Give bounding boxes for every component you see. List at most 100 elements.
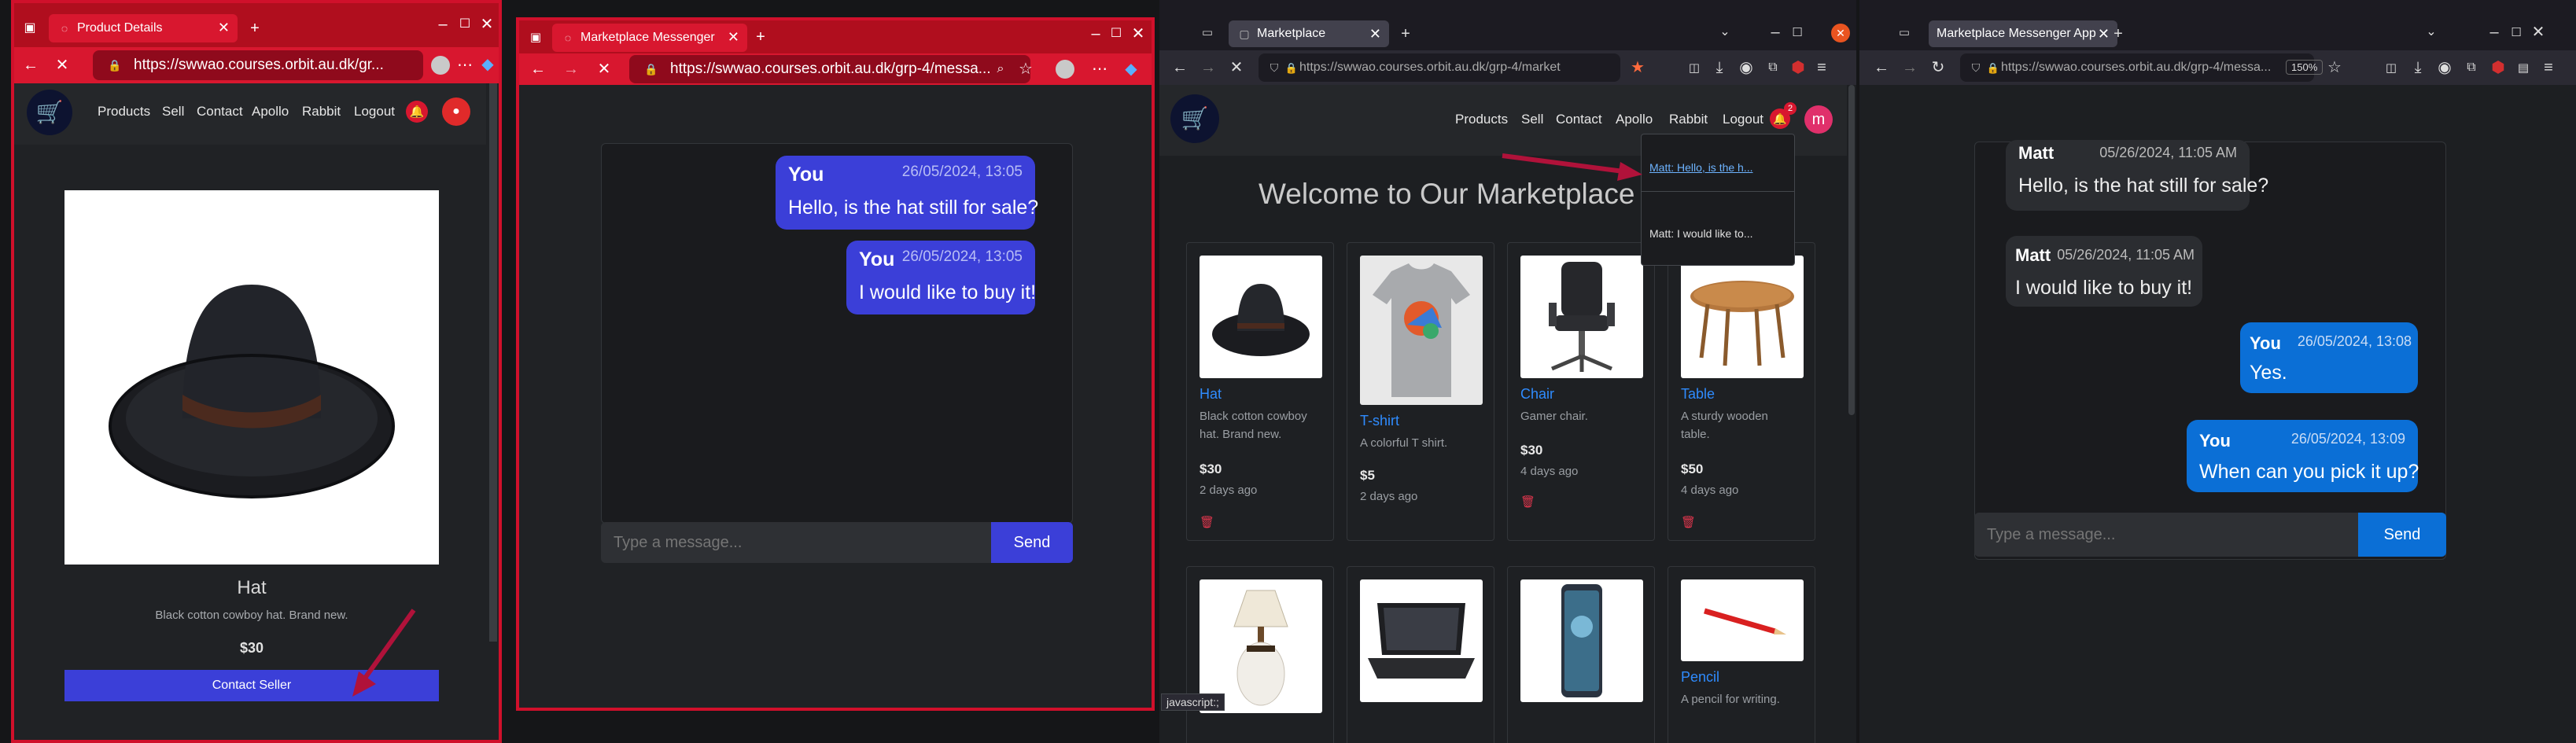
maximize-icon[interactable]: ☐ <box>2508 24 2525 41</box>
send-button[interactable]: Send <box>991 522 1073 563</box>
nav-logout[interactable]: Logout <box>354 104 395 120</box>
minimize-icon[interactable]: – <box>1087 25 1104 42</box>
extensions-icon[interactable]: ⧉ <box>1763 58 1782 77</box>
product-card[interactable]: Table A sturdy wooden table. $50 4 days … <box>1668 242 1815 541</box>
message-input[interactable] <box>601 522 991 563</box>
tab-list-icon[interactable]: ▭ <box>1199 24 1216 41</box>
nav-contact[interactable]: Contact <box>197 104 243 120</box>
nav-sell[interactable]: Sell <box>1521 112 1543 127</box>
extension-icon[interactable]: ◆ <box>478 55 497 74</box>
account-icon[interactable]: ◉ <box>1737 58 1756 77</box>
nav-apollo[interactable]: Apollo <box>252 104 289 120</box>
product-card[interactable] <box>1186 566 1334 743</box>
notification-item[interactable]: Matt: Hello, is the h... <box>1649 161 1753 174</box>
back-arrow-icon[interactable]: ← <box>1170 58 1189 77</box>
back-arrow-icon[interactable]: ← <box>1872 58 1891 77</box>
close-tab-icon[interactable]: ✕ <box>218 20 230 36</box>
close-tab-icon[interactable]: ✕ <box>1369 26 1381 42</box>
pdf-icon[interactable]: ▤ <box>2514 58 2533 77</box>
product-card[interactable]: Chair Gamer chair. $30 4 days ago 🗑 <box>1507 242 1655 541</box>
ublock-icon[interactable]: ⬢ <box>2489 58 2508 77</box>
ublock-icon[interactable]: ⬢ <box>1789 58 1808 77</box>
app-menu-icon[interactable]: ≡ <box>2539 58 2558 77</box>
app-menu-icon[interactable]: ≡ <box>1812 58 1831 77</box>
product-card[interactable]: Pencil A pencil for writing. <box>1668 566 1815 743</box>
back-arrow-icon[interactable]: ← <box>20 55 41 75</box>
extension-icon[interactable]: ◆ <box>1122 60 1141 79</box>
product-card[interactable] <box>1347 566 1494 743</box>
notification-item[interactable]: Matt: I would like to... <box>1649 227 1753 240</box>
close-window-icon[interactable]: ✕ <box>1831 24 1850 42</box>
downloads-icon[interactable]: ⤓ <box>1710 58 1729 77</box>
product-name[interactable]: Chair <box>1520 386 1554 403</box>
address-bar[interactable]: ⛉ 🔒 https://swwao.courses.orbit.au.dk/gr… <box>1960 53 2314 82</box>
pocket-icon[interactable]: ◫ <box>1685 58 1704 77</box>
notification-bell-icon[interactable]: 🔔 <box>406 101 428 123</box>
bookmark-star-icon[interactable]: ☆ <box>1016 60 1035 79</box>
extensions-icon[interactable]: ⧉ <box>2462 58 2481 77</box>
send-button[interactable]: Send <box>2358 513 2446 557</box>
nav-apollo[interactable]: Apollo <box>1616 112 1653 127</box>
minimize-icon[interactable]: – <box>2486 24 2503 41</box>
message-input[interactable] <box>1974 513 2358 557</box>
downloads-icon[interactable]: ⤓ <box>2408 58 2427 77</box>
nav-contact[interactable]: Contact <box>1556 112 1602 127</box>
delete-icon[interactable]: 🗑 <box>1681 515 1696 529</box>
nav-logout[interactable]: Logout <box>1723 112 1763 127</box>
forward-arrow-icon[interactable]: → <box>1199 58 1218 77</box>
forward-arrow-icon[interactable]: → <box>1900 58 1919 77</box>
product-name[interactable]: Pencil <box>1681 669 1719 686</box>
site-logo-icon[interactable]: 🛒 <box>1170 94 1219 143</box>
tab-messenger-app[interactable]: Marketplace Messenger App ✕ <box>1929 20 2117 47</box>
product-card[interactable]: T-shirt A colorful T shirt. $5 2 days ag… <box>1347 242 1494 541</box>
product-card[interactable] <box>1507 566 1655 743</box>
pocket-icon[interactable]: ◫ <box>2382 58 2401 77</box>
tab-overflow-chevron-icon[interactable]: ⌄ <box>2423 24 2440 41</box>
tab-list-icon[interactable]: ▭ <box>1896 24 1913 41</box>
bookmark-star-icon[interactable]: ★ <box>1628 58 1647 77</box>
maximize-icon[interactable]: ☐ <box>1107 25 1125 42</box>
forward-arrow-icon[interactable]: → <box>562 60 580 79</box>
delete-icon[interactable]: 🗑 <box>1520 495 1535 509</box>
tab-overflow-chevron-icon[interactable]: ⌄ <box>1716 24 1734 41</box>
bookmark-star-icon[interactable]: ☆ <box>2325 58 2344 77</box>
nav-products[interactable]: Products <box>1455 112 1508 127</box>
stop-loading-icon[interactable]: ✕ <box>1227 58 1246 77</box>
sidebar-toggle-icon[interactable]: ▣ <box>527 28 544 46</box>
back-arrow-icon[interactable]: ← <box>529 60 547 79</box>
close-window-icon[interactable]: ✕ <box>478 16 496 33</box>
more-menu-icon[interactable]: ⋯ <box>1090 60 1109 79</box>
site-logo-icon[interactable]: 🛒 <box>27 90 72 135</box>
profile-avatar-icon[interactable] <box>1056 60 1074 79</box>
new-tab-icon[interactable]: + <box>1395 24 1416 44</box>
close-window-icon[interactable]: ✕ <box>1130 25 1147 42</box>
stop-loading-icon[interactable]: ✕ <box>52 55 72 75</box>
user-avatar[interactable]: m <box>1804 105 1833 134</box>
tab-product-details[interactable]: ◌ Product Details ✕ <box>49 14 238 42</box>
address-bar[interactable]: ⛉ 🔒 https://swwao.courses.orbit.au.dk/gr… <box>1259 53 1620 82</box>
sidebar-toggle-icon[interactable]: ▣ <box>20 19 39 38</box>
address-bar[interactable]: 🔒 https://swwao.courses.orbit.au.dk/grp-… <box>629 55 1030 83</box>
tab-marketplace[interactable]: ▢ Marketplace ✕ <box>1229 20 1389 47</box>
more-menu-icon[interactable]: ⋯ <box>455 55 475 75</box>
close-window-icon[interactable]: ✕ <box>2530 24 2547 41</box>
maximize-icon[interactable]: ☐ <box>456 16 474 33</box>
delete-icon[interactable]: 🗑 <box>1200 515 1214 529</box>
product-name[interactable]: Hat <box>1200 386 1222 403</box>
product-name[interactable]: T-shirt <box>1360 413 1399 429</box>
tab-messenger[interactable]: ◌ Marketplace Messenger ✕ <box>552 24 747 52</box>
zoom-level-badge[interactable]: 150% <box>2286 60 2324 75</box>
zoom-icon[interactable]: ⌕ <box>991 60 1010 79</box>
scrollbar[interactable] <box>489 83 497 642</box>
new-tab-icon[interactable]: + <box>2108 24 2128 44</box>
nav-rabbit[interactable]: Rabbit <box>302 104 341 120</box>
stop-loading-icon[interactable]: ✕ <box>595 60 614 79</box>
reload-icon[interactable]: ↻ <box>1929 58 1948 77</box>
nav-products[interactable]: Products <box>98 104 150 120</box>
maximize-icon[interactable]: ☐ <box>1789 24 1806 41</box>
new-tab-icon[interactable]: + <box>244 17 266 39</box>
product-name[interactable]: Table <box>1681 386 1715 403</box>
new-tab-icon[interactable]: + <box>750 27 771 47</box>
product-card[interactable]: Hat Black cotton cowboy hat. Brand new. … <box>1186 242 1334 541</box>
address-bar[interactable]: 🔒 https://swwao.courses.orbit.au.dk/gr..… <box>93 50 423 80</box>
